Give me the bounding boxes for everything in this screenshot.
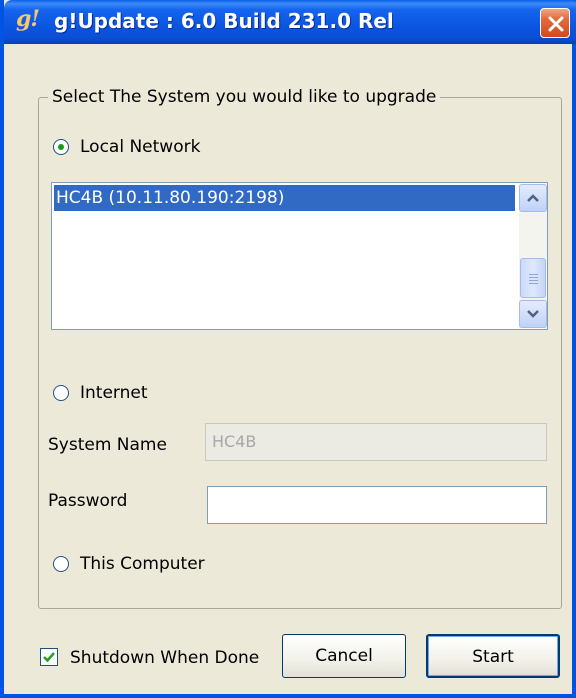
window-title: g!Update : 6.0 Build 231.0 Rel [54, 9, 394, 33]
scroll-thumb[interactable] [520, 258, 546, 298]
password-input[interactable] [207, 486, 547, 524]
list-item[interactable]: HC4B (10.11.80.190:2198) [54, 185, 515, 211]
close-icon [548, 16, 564, 32]
checkmark-icon [43, 652, 55, 663]
internet-radio[interactable] [53, 385, 69, 401]
local-network-radio[interactable] [53, 139, 69, 155]
chevron-up-icon [527, 194, 539, 202]
shutdown-checkbox[interactable] [40, 648, 58, 666]
close-button[interactable] [540, 8, 570, 38]
system-select-group [38, 97, 562, 609]
cancel-button[interactable]: Cancel [282, 634, 406, 678]
update-dialog-window: g! g!Update : 6.0 Build 231.0 Rel Select… [0, 0, 576, 698]
start-button[interactable]: Start [426, 634, 560, 678]
chevron-down-icon [527, 310, 539, 318]
local-network-label[interactable]: Local Network [80, 137, 200, 157]
scroll-up-button[interactable] [519, 184, 547, 212]
internet-label[interactable]: Internet [80, 383, 148, 403]
this-computer-label[interactable]: This Computer [80, 554, 205, 574]
password-label: Password [48, 491, 128, 511]
system-name-input[interactable]: HC4B [205, 423, 547, 461]
system-listbox[interactable]: HC4B (10.11.80.190:2198) [51, 182, 548, 330]
this-computer-radio[interactable] [53, 556, 69, 572]
list-scrollbar[interactable] [519, 184, 547, 328]
shutdown-label[interactable]: Shutdown When Done [70, 648, 259, 668]
title-bar[interactable]: g! g!Update : 6.0 Build 231.0 Rel [4, 0, 576, 44]
scroll-down-button[interactable] [519, 300, 547, 328]
app-logo-icon: g! [16, 6, 40, 32]
group-legend: Select The System you would like to upgr… [48, 87, 441, 107]
system-name-label: System Name [48, 435, 167, 455]
